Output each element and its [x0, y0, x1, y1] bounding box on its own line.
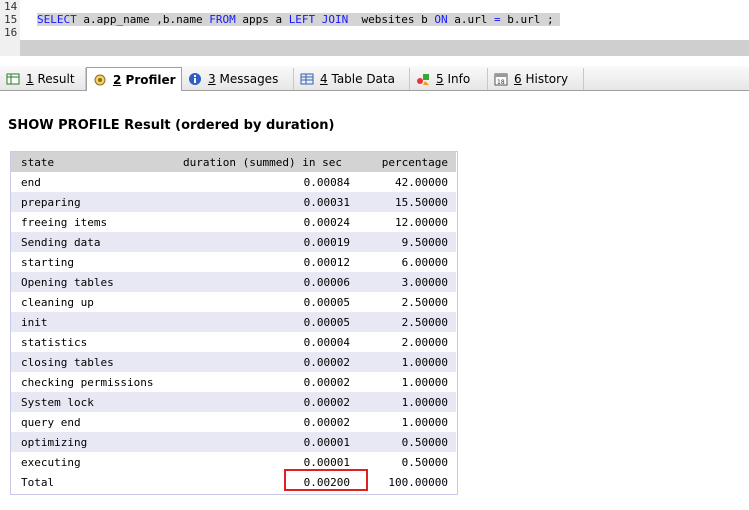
table-row[interactable]: init 0.00005 2.50000 — [11, 312, 456, 332]
state-cell: Opening tables — [11, 272, 173, 292]
duration-cell: 0.00005 — [173, 312, 358, 332]
info-circle-icon — [188, 72, 202, 86]
tab-label: Profiler — [125, 72, 176, 87]
state-cell: end — [21, 175, 41, 189]
tab-messages[interactable]: 3 Messages — [182, 68, 294, 90]
tab-result[interactable]: 1 Result — [0, 68, 86, 90]
percentage-cell: 2.50000 — [401, 295, 448, 309]
profile-result-table: state duration (summed) in sec percentag… — [10, 151, 458, 495]
line-number: 16 — [4, 26, 18, 39]
table-row[interactable]: starting 0.00012 6.00000 — [11, 252, 456, 272]
percentage-cell: 2.00000 — [401, 335, 448, 349]
duration-cell: 0.00012 — [303, 255, 350, 269]
svg-text:18: 18 — [497, 79, 505, 86]
horizontal-scrollbar[interactable] — [20, 40, 749, 56]
tab-label: Info — [447, 72, 471, 86]
table-row[interactable]: query end 0.00002 1.00000 — [11, 412, 456, 432]
tab-profiler[interactable]: 2 Profiler — [86, 67, 182, 91]
percentage-cell: 15.50000 — [358, 192, 456, 212]
table-row[interactable]: closing tables 0.00002 1.00000 — [11, 352, 456, 372]
table-row[interactable]: optimizing 0.00001 0.50000 — [11, 432, 456, 452]
state-cell: statistics — [21, 335, 88, 349]
profile-result-title: SHOW PROFILE Result (ordered by duration… — [8, 118, 335, 133]
state-cell: checking permissions — [21, 375, 154, 389]
editor-line-16[interactable]: 16 — [0, 26, 749, 39]
state-cell: System lock — [11, 392, 173, 412]
percentage-cell: 100.00000 — [388, 475, 448, 489]
percentage-cell: 1.00000 — [358, 352, 456, 372]
table-row[interactable]: System lock 0.00002 1.00000 — [11, 392, 456, 412]
state-cell: starting — [21, 255, 74, 269]
duration-cell: 0.00024 — [303, 215, 350, 229]
tab-table-data[interactable]: 4 Table Data — [294, 68, 410, 90]
tab-label: Result — [37, 72, 75, 86]
state-cell: init — [11, 312, 173, 332]
percentage-cell: 12.00000 — [395, 215, 448, 229]
percentage-cell: 0.50000 — [401, 455, 448, 469]
percentage-cell: 0.50000 — [358, 432, 456, 452]
line-number: 14 — [4, 0, 18, 13]
editor-line-15[interactable]: 15 SELECT a.app_name ,b.name FROM apps a… — [0, 13, 749, 26]
duration-cell: 0.00004 — [303, 335, 350, 349]
percentage-cell: 1.00000 — [401, 415, 448, 429]
total-row[interactable]: Total 0.00200 100.00000 — [11, 472, 456, 492]
result-tab-strip: 1 Result 2 Profiler 3 Messages 4 Table D… — [0, 66, 749, 91]
percentage-cell: 2.50000 — [358, 312, 456, 332]
state-cell: freeing items — [21, 215, 108, 229]
tab-label: Table Data — [331, 72, 395, 86]
duration-cell: 0.00002 — [173, 392, 358, 412]
column-header-percentage[interactable]: percentage — [358, 152, 456, 172]
tab-label: Messages — [219, 72, 279, 86]
column-header-duration[interactable]: duration (summed) in sec — [173, 152, 358, 172]
state-cell: Total — [21, 475, 55, 489]
state-cell: query end — [21, 415, 81, 429]
total-duration-highlight — [284, 469, 368, 491]
sql-query-text[interactable]: SELECT a.app_name ,b.name FROM apps a LE… — [37, 13, 561, 26]
scroll-corner — [0, 40, 20, 56]
table-row[interactable]: Opening tables 0.00006 3.00000 — [11, 272, 456, 292]
percentage-cell: 1.00000 — [358, 392, 456, 412]
profiler-icon — [93, 73, 107, 87]
state-cell: executing — [21, 455, 81, 469]
percentage-cell: 9.50000 — [358, 232, 456, 252]
duration-cell: 0.00019 — [173, 232, 358, 252]
table-row[interactable]: statistics 0.00004 2.00000 — [11, 332, 456, 352]
state-cell: preparing — [11, 192, 173, 212]
percentage-cell: 1.00000 — [401, 375, 448, 389]
percentage-cell: 42.00000 — [395, 175, 448, 189]
percentage-cell: 3.00000 — [358, 272, 456, 292]
result-grid-icon — [6, 72, 20, 86]
table-header-row: state duration (summed) in sec percentag… — [11, 152, 456, 172]
sql-editor[interactable]: 14 15 SELECT a.app_name ,b.name FROM app… — [0, 0, 749, 40]
table-row[interactable]: end 0.00084 42.00000 — [11, 172, 456, 192]
duration-cell: 0.00084 — [303, 175, 350, 189]
editor-line-14[interactable]: 14 — [0, 0, 749, 13]
duration-cell: 0.00031 — [173, 192, 358, 212]
calendar-icon: 18 — [494, 72, 508, 86]
tab-history[interactable]: 18 6 History — [488, 68, 584, 90]
table-row[interactable]: executing 0.00001 0.50000 — [11, 452, 456, 472]
duration-cell: 0.00006 — [173, 272, 358, 292]
line-number: 15 — [4, 13, 18, 26]
tab-label: History — [525, 72, 569, 86]
duration-cell: 0.00002 — [303, 415, 350, 429]
duration-cell: 0.00005 — [303, 295, 350, 309]
duration-cell: 0.00002 — [173, 352, 358, 372]
state-cell: closing tables — [11, 352, 173, 372]
table-row[interactable]: cleaning up 0.00005 2.50000 — [11, 292, 456, 312]
table-row[interactable]: preparing 0.00031 15.50000 — [11, 192, 456, 212]
state-cell: cleaning up — [21, 295, 94, 309]
table-row[interactable]: checking permissions 0.00002 1.00000 — [11, 372, 456, 392]
table-row[interactable]: Sending data 0.00019 9.50000 — [11, 232, 456, 252]
table-row[interactable]: freeing items 0.00024 12.00000 — [11, 212, 456, 232]
duration-cell: 0.00001 — [173, 432, 358, 452]
state-cell: optimizing — [11, 432, 173, 452]
column-header-state[interactable]: state — [11, 152, 173, 172]
percentage-cell: 6.00000 — [401, 255, 448, 269]
tab-info[interactable]: 5 Info — [410, 68, 488, 90]
table-icon — [300, 72, 314, 86]
state-cell: Sending data — [11, 232, 173, 252]
duration-cell: 0.00002 — [303, 375, 350, 389]
shapes-icon — [416, 72, 430, 86]
